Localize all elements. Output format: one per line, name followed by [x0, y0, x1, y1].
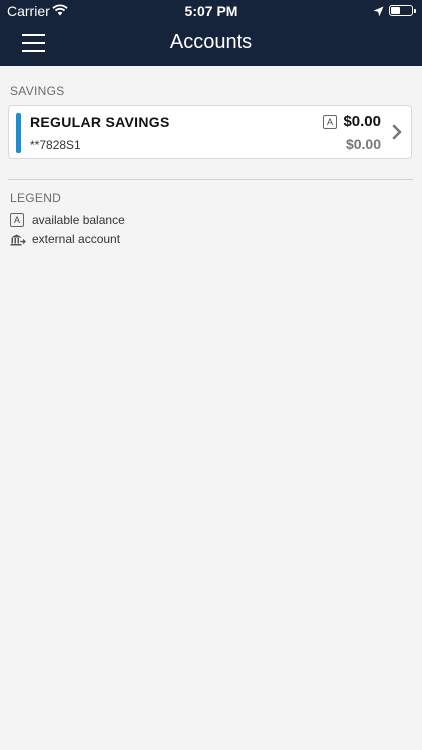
current-balance: $0.00 — [345, 136, 381, 152]
app-header: Carrier 5:07 PM Accounts — [0, 0, 422, 66]
account-card-regular-savings[interactable]: REGULAR SAVINGS **7828S1 A $0.00 $0.00 — [8, 105, 412, 159]
section-divider — [8, 179, 413, 180]
account-name: REGULAR SAVINGS — [30, 114, 170, 130]
location-arrow-icon — [373, 4, 384, 20]
legend-text: external account — [32, 232, 121, 246]
legend-section-label: LEGEND — [10, 191, 62, 205]
page-title: Accounts — [169, 31, 253, 53]
available-balance-icon: A — [323, 115, 337, 129]
status-bar: Carrier 5:07 PM — [0, 0, 422, 22]
savings-section-label: SAVINGS — [10, 84, 65, 98]
available-balance: $0.00 — [343, 113, 381, 130]
available-balance-icon: A — [10, 213, 24, 227]
legend-text: available balance — [32, 213, 125, 227]
battery-icon — [389, 5, 416, 16]
chevron-right-icon — [392, 124, 402, 145]
external-account-bank-icon — [10, 233, 26, 250]
clock: 5:07 PM — [184, 3, 238, 19]
account-number: **7828S1 — [30, 138, 81, 152]
account-color-bar — [16, 113, 21, 153]
